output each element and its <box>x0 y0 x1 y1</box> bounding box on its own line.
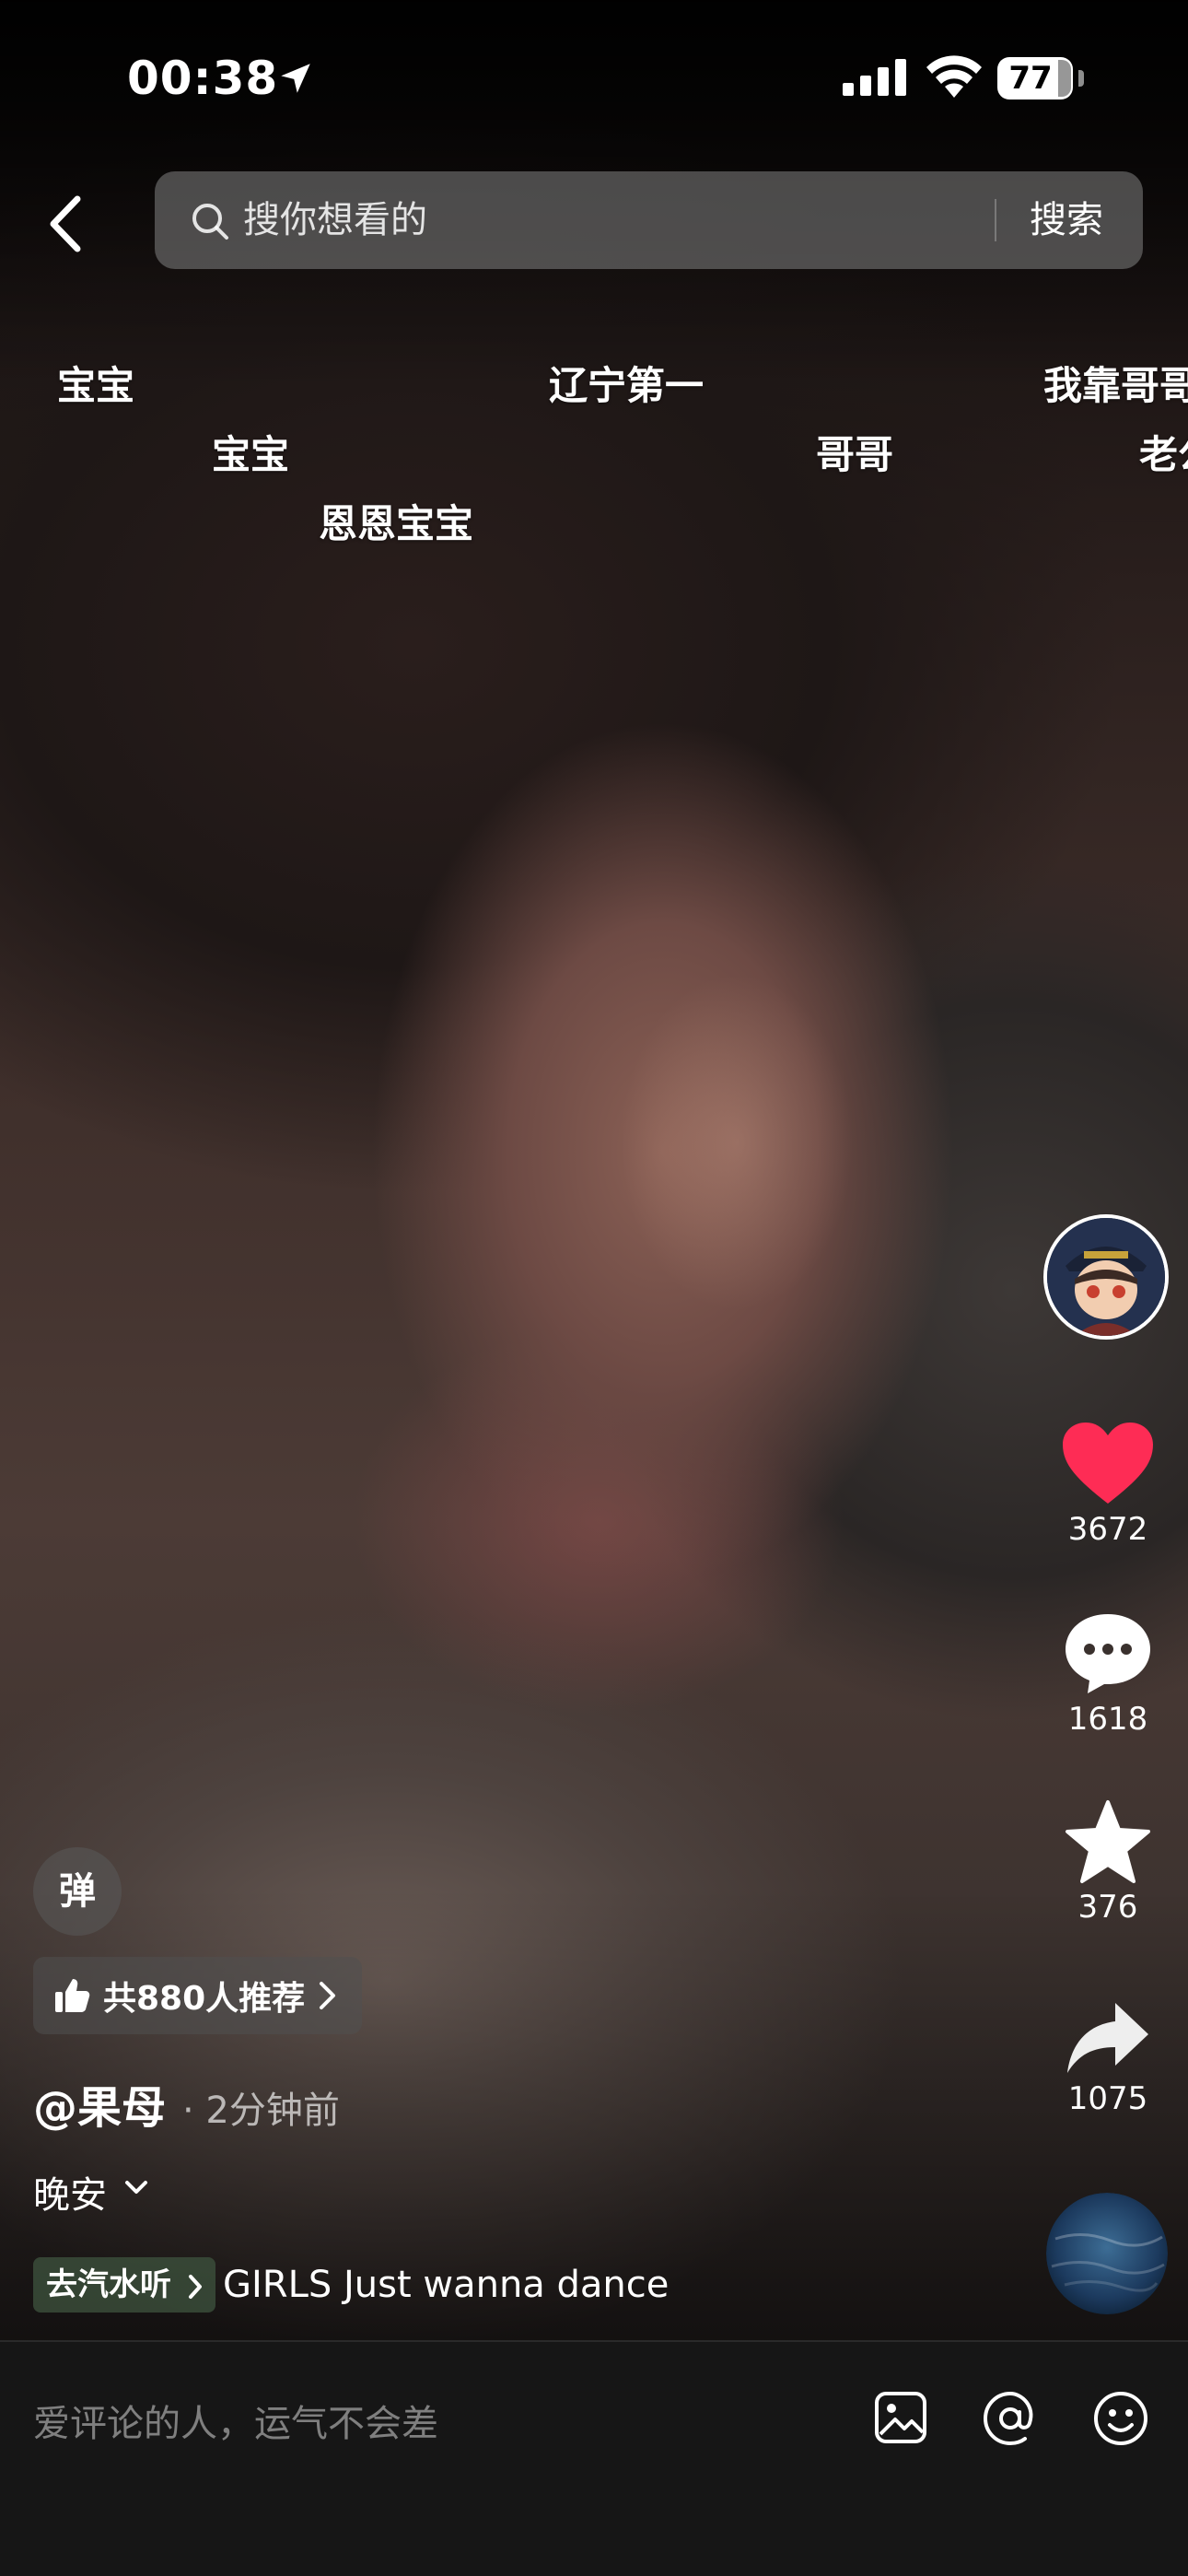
heart-icon <box>1063 1423 1153 1504</box>
danmaku-toggle-button[interactable]: 弹 <box>33 1847 122 1936</box>
danmaku-item: 老公 <box>1139 432 1188 477</box>
comment-icon <box>1066 1614 1150 1693</box>
like-button[interactable]: 3672 <box>1050 1419 1166 1548</box>
status-time: 00:38 <box>127 52 279 105</box>
search-divider <box>995 199 996 241</box>
chevron-down-icon[interactable] <box>123 2179 149 2197</box>
share-count: 1075 <box>1067 2080 1148 2117</box>
danmaku-item: 辽宁第一 <box>549 363 705 408</box>
at-icon[interactable] <box>982 2390 1039 2447</box>
favorite-button[interactable]: 376 <box>1050 1798 1166 1926</box>
location-arrow-icon <box>281 64 310 93</box>
favorite-count: 376 <box>1077 1889 1138 1926</box>
post-time: · 2分钟前 <box>182 2090 340 2132</box>
search-input[interactable]: 搜你想看的 <box>243 171 427 269</box>
avatar-icon <box>1047 1218 1165 1336</box>
danmaku-item: 我靠哥哥 <box>1043 363 1188 408</box>
search-button[interactable]: 搜索 <box>1030 171 1103 269</box>
comment-bar: 爱评论的人，运气不会差 <box>0 2340 1188 2576</box>
music-disc-icon <box>1046 2193 1168 2314</box>
star-icon <box>1066 1800 1150 1883</box>
danmaku-item: 恩恩宝宝 <box>319 501 474 546</box>
danmaku-item: 宝宝 <box>212 432 290 477</box>
danmaku-item: 哥哥 <box>816 432 894 477</box>
status-bar: 00:38 77 <box>0 0 1188 157</box>
video-caption[interactable]: 晚安 <box>33 2165 107 2219</box>
chevron-right-icon <box>188 2274 202 2299</box>
search-bar[interactable]: 搜你想看的 搜索 <box>155 171 1143 269</box>
recommend-label: 共880人推荐 <box>103 1980 306 2018</box>
battery-level: 77 <box>1008 60 1053 97</box>
search-icon <box>192 204 228 240</box>
share-button[interactable]: 1075 <box>1050 1999 1166 2117</box>
music-title[interactable]: GIRLS Just wanna dance <box>223 2259 702 2311</box>
music-app-tag[interactable]: 去汽水听 <box>33 2257 215 2313</box>
share-icon <box>1067 2003 1148 2073</box>
music-disc[interactable] <box>1046 2193 1168 2314</box>
wifi-icon <box>926 55 982 98</box>
battery-icon: 77 <box>997 57 1084 100</box>
recommend-button[interactable]: 共880人推荐 <box>33 1957 363 2034</box>
like-count: 3672 <box>1067 1511 1148 1548</box>
music-tag-label: 去汽水听 <box>46 2266 171 2303</box>
comment-input[interactable]: 爱评论的人，运气不会差 <box>33 2394 438 2447</box>
signal-icon <box>843 59 906 96</box>
author-avatar[interactable] <box>1043 1214 1169 1340</box>
danmaku-item: 宝宝 <box>57 363 135 408</box>
image-icon[interactable] <box>873 2390 928 2445</box>
back-icon[interactable] <box>44 193 90 254</box>
comment-count: 1618 <box>1067 1701 1148 1738</box>
chevron-right-icon <box>320 1982 336 2009</box>
author-name[interactable]: @果母 <box>33 2071 166 2136</box>
emoji-icon[interactable] <box>1092 2390 1149 2447</box>
comment-button[interactable]: 1618 <box>1050 1610 1166 1738</box>
thumbs-up-icon <box>55 1979 90 2012</box>
